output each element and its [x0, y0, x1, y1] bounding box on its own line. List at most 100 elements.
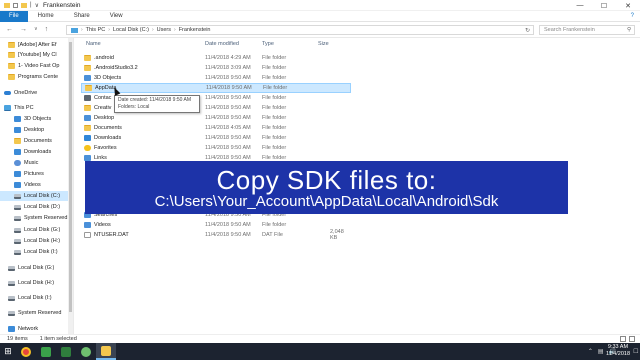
file-row[interactable]: Favorites 11/4/2018 9:50 AM File folder	[81, 143, 351, 153]
folder-icon	[8, 74, 15, 80]
nav-item-local-disk-c[interactable]: Local Disk (C:)	[0, 191, 68, 201]
folder-icon	[84, 55, 91, 61]
nav-item[interactable]: 1- Video Fast Op	[8, 61, 59, 71]
breadcrumb-local-disk[interactable]: Local Disk (C:)	[113, 27, 149, 33]
nav-item[interactable]: System Reserved	[14, 213, 67, 223]
nav-item-network[interactable]: Network	[8, 324, 38, 334]
file-row[interactable]: .AndroidStudio3.2 11/4/2018 3:09 AM File…	[81, 63, 351, 73]
taskbar-camtasia[interactable]	[36, 343, 56, 360]
taskbar-camtasia-recorder[interactable]	[56, 343, 76, 360]
address-bar[interactable]: › This PC › Local Disk (C:) › Users › Fr…	[66, 25, 534, 35]
view-toggles	[620, 336, 635, 342]
quick-access-toolbar: | ∨	[0, 2, 39, 9]
notification-icon[interactable]: □	[634, 348, 638, 355]
scrollbar-thumb[interactable]	[69, 42, 72, 312]
nav-item[interactable]: Local Disk (H:)	[14, 236, 60, 246]
nav-item[interactable]: Videos	[14, 180, 41, 190]
nav-item[interactable]: [Youtube] My Cl	[8, 50, 57, 60]
network-icon	[8, 326, 15, 332]
properties-icon[interactable]	[13, 2, 18, 8]
status-bar: 19 items 1 item selected	[0, 334, 640, 343]
nav-scrollbar[interactable]	[68, 38, 73, 334]
large-icons-view-icon[interactable]	[629, 336, 635, 342]
downloads-icon	[84, 135, 91, 141]
breadcrumb-this-pc[interactable]: This PC	[86, 27, 106, 33]
drive-icon	[14, 227, 21, 233]
network-tray-icon[interactable]: ▤	[598, 348, 604, 355]
tray-arrow-icon[interactable]: ⌃	[588, 348, 593, 355]
maximize-button[interactable]: ☐	[592, 0, 616, 11]
tooltip-folders: Folders: Local	[118, 104, 150, 110]
column-header-size[interactable]: Size	[318, 38, 329, 50]
recorder-icon	[61, 346, 71, 357]
help-icon[interactable]: ?	[631, 13, 634, 19]
videos-icon	[14, 182, 21, 188]
new-folder-icon[interactable]	[21, 2, 27, 8]
folder-icon[interactable]	[4, 2, 10, 8]
nav-item[interactable]: Downloads	[14, 147, 51, 157]
forward-arrow-icon[interactable]: →	[20, 26, 27, 33]
banner-heading: Copy SDK files to:	[216, 164, 437, 195]
windows-start-icon[interactable]: ⊞	[0, 343, 16, 360]
column-header-date[interactable]: Date modified	[205, 38, 239, 50]
details-view-icon[interactable]	[620, 336, 626, 342]
file-row[interactable]: Documents 11/4/2018 4:05 AM File folder	[81, 123, 351, 133]
nav-item[interactable]: Local Disk (D:)	[14, 202, 60, 212]
breadcrumb-users[interactable]: Users	[157, 27, 171, 33]
tab-home[interactable]: Home	[28, 11, 64, 22]
nav-item[interactable]: [Adobe] After Ef	[8, 40, 57, 50]
up-arrow-icon[interactable]: ↑	[45, 26, 49, 33]
nav-item-this-pc[interactable]: This PC	[4, 103, 34, 113]
column-header-name[interactable]: Name	[86, 38, 101, 50]
nav-item[interactable]: Pictures	[14, 169, 44, 179]
drive-icon	[14, 193, 21, 199]
nav-item-onedrive[interactable]: OneDrive	[4, 88, 37, 98]
file-row[interactable]: Downloads 11/4/2018 9:50 AM File folder	[81, 133, 351, 143]
tab-view[interactable]: View	[100, 11, 133, 22]
chevron-right-icon: ›	[81, 27, 83, 33]
clock[interactable]: 9:33 AM 11/4/2018	[606, 344, 630, 358]
refresh-icon[interactable]: ↻	[525, 27, 530, 34]
file-row[interactable]: 3D Objects 11/4/2018 9:50 AM File folder	[81, 73, 351, 83]
nav-item[interactable]: Local Disk (G:)	[8, 263, 54, 273]
nav-item[interactable]: Music	[14, 158, 38, 168]
taskbar-android-studio[interactable]	[76, 343, 96, 360]
chrome-icon	[21, 346, 31, 357]
nav-item[interactable]: Local Disk (I:)	[14, 247, 58, 257]
window-controls: — ☐ ✕	[568, 0, 640, 11]
recent-chevron-icon[interactable]: ∨	[34, 26, 38, 33]
nav-item[interactable]: System Reserved	[8, 308, 61, 318]
nav-item[interactable]: Programs Cente	[8, 72, 58, 82]
android-studio-icon	[81, 346, 91, 357]
nav-item[interactable]: Desktop	[14, 125, 44, 135]
search-input[interactable]: Search Frankenstein ⚲	[539, 25, 635, 35]
nav-item[interactable]: Local Disk (G:)	[14, 225, 60, 235]
instruction-banner: Copy SDK files to: C:\Users\Your_Account…	[85, 161, 568, 214]
column-header-type[interactable]: Type	[262, 38, 274, 50]
file-row[interactable]: Desktop 11/4/2018 9:50 AM File folder	[81, 113, 351, 123]
close-button[interactable]: ✕	[616, 0, 640, 11]
file-row-appdata[interactable]: AppData 11/4/2018 9:50 AM File folder	[81, 83, 351, 93]
file-row[interactable]: NTUSER.DAT 11/4/2018 9:50 AM DAT File 2,…	[81, 229, 351, 241]
drive-icon	[14, 215, 21, 221]
chevron-down-icon[interactable]: ∨	[35, 2, 39, 9]
taskbar-chrome[interactable]	[16, 343, 36, 360]
file-row[interactable]: Videos 11/4/2018 9:50 AM File folder	[81, 220, 351, 230]
folder-icon	[8, 42, 15, 48]
nav-item[interactable]: Documents	[14, 136, 52, 146]
folder-icon	[85, 85, 92, 91]
drive-icon	[8, 295, 15, 301]
taskbar-file-explorer[interactable]	[96, 343, 116, 360]
drive-icon	[8, 265, 15, 271]
videos-icon	[84, 222, 91, 228]
minimize-button[interactable]: —	[568, 0, 592, 11]
breadcrumb-frankenstein[interactable]: Frankenstein	[179, 27, 211, 33]
tab-file[interactable]: File	[0, 10, 28, 22]
tab-share[interactable]: Share	[64, 11, 100, 22]
file-row[interactable]: .android 11/4/2018 4:29 AM File folder	[81, 53, 351, 63]
nav-item[interactable]: Local Disk (H:)	[8, 278, 54, 288]
nav-item[interactable]: Local Disk (I:)	[8, 293, 52, 303]
back-arrow-icon[interactable]: ←	[6, 26, 13, 33]
chevron-right-icon: ›	[108, 27, 110, 33]
nav-item[interactable]: 3D Objects	[14, 114, 51, 124]
